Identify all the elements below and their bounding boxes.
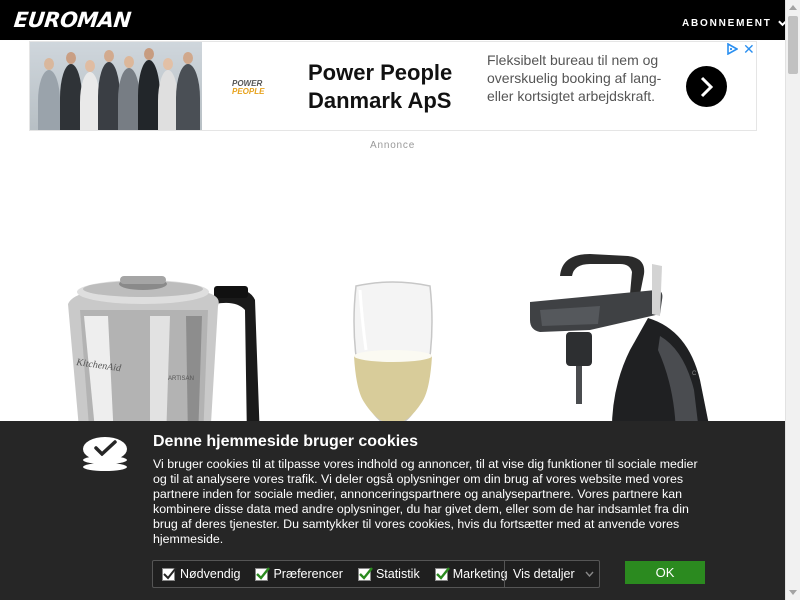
checkbox-label: Marketing (452, 567, 508, 581)
kettle-model-text: ARTISAN (168, 376, 194, 382)
kettle-image[interactable]: KitchenAid ARTISAN (68, 276, 260, 440)
cookie-title: Denne hjemmeside bruger cookies (153, 433, 418, 450)
checkbox-label: Nødvendig (180, 567, 241, 581)
svg-text:C: C (692, 371, 697, 377)
subscription-menu[interactable]: ABONNEMENT (682, 18, 787, 29)
page: EUROMAN ABONNEMENT POWER PEOPLE Power Pe… (0, 0, 800, 600)
checkbox-preferences[interactable]: Præferencer (255, 566, 343, 581)
checkbox-box[interactable] (357, 566, 373, 581)
show-details-label: Vis detaljer (513, 567, 575, 581)
ad-team-photo (30, 42, 202, 130)
ad-label: Annonce (370, 140, 416, 151)
ad-body-text: Fleksibelt bureau til nem og overskuelig… (487, 52, 662, 104)
checkbox-necessary[interactable]: Nødvendig (162, 566, 241, 581)
adchoices-icon[interactable] (726, 43, 738, 55)
checkbox-label: Statistik (375, 567, 420, 581)
scrollbar-thumb[interactable] (788, 16, 798, 74)
ad-brand-logo: POWER PEOPLE (232, 79, 265, 96)
checkbox-label: Præferencer (273, 567, 343, 581)
euroman-logo[interactable]: EUROMAN (13, 8, 132, 32)
scroll-down-icon[interactable] (789, 590, 797, 595)
scroll-up-icon[interactable] (789, 5, 797, 10)
show-details-dropdown[interactable]: Vis detaljer (504, 561, 599, 587)
chevron-right-icon (700, 76, 714, 98)
checkbox-box[interactable] (434, 566, 450, 581)
ad-next-button[interactable] (686, 66, 727, 107)
checkbox-marketing[interactable]: Marketing (434, 566, 508, 581)
champagne-glass-image[interactable] (353, 281, 433, 440)
top-navigation-bar: EUROMAN ABONNEMENT (0, 0, 787, 40)
chevron-down-icon (585, 571, 594, 577)
cookie-check-icon (83, 437, 127, 471)
advertisement-banner[interactable]: POWER PEOPLE Power People Danmark ApS Fl… (29, 41, 757, 131)
wine-dispenser-image[interactable]: C (530, 254, 712, 440)
checkbox-box[interactable] (255, 566, 271, 581)
product-images: KitchenAid ARTISAN C (68, 254, 712, 440)
cookie-consent-banner: Denne hjemmeside bruger cookies Vi bruge… (0, 421, 785, 600)
cookie-preferences-panel: Nødvendig Præferencer Statistik Marketin… (152, 560, 600, 588)
subscription-label: ABONNEMENT (682, 18, 772, 29)
vertical-scrollbar[interactable] (785, 0, 800, 600)
cookie-description: Vi bruger cookies til at tilpasse vores … (153, 457, 698, 546)
checkbox-statistics[interactable]: Statistik (357, 566, 420, 581)
checkbox-box[interactable] (162, 566, 177, 581)
ad-headline[interactable]: Power People Danmark ApS (308, 59, 473, 115)
ad-close-icon[interactable]: ✕ (743, 42, 755, 56)
ok-button[interactable]: OK (625, 561, 705, 584)
